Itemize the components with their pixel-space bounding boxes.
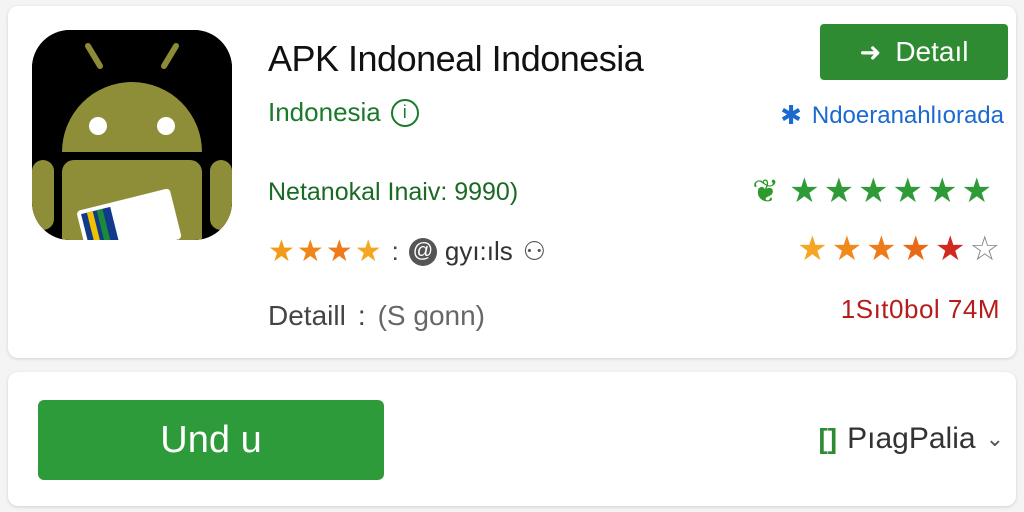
star-icon: ★ [866,230,897,268]
detail-value: (S gonn) [377,300,485,331]
info-badge-icon: i [390,98,419,127]
review-count: gyı:ıls [444,236,513,266]
file-size: 1Sıt0bol 74M [840,294,1000,324]
star-icon: ★ [268,234,295,268]
at-symbol-icon: @ [408,237,437,266]
bracket-icon: [] [818,423,838,454]
arrow-right-icon: ➜ [859,36,882,67]
green-star-icon: ★ [892,172,924,210]
download-button[interactable]: Und u [38,400,384,480]
rating-separator: : [391,236,399,266]
download-button-label: Und u [160,418,262,461]
android-robot-icon [32,30,232,240]
gear-icon: ✱ [780,100,802,130]
green-star-icon: ★ [823,172,855,210]
green-rating: ❦ ★ ★ ★ ★ ★ ★ [752,172,992,210]
green-star-icon: ★ [858,172,889,210]
green-star-icon: ★ [927,172,958,210]
detail-row: Detaill : (S gonn) [268,300,485,332]
version-line: Netanokal Inaiv: 9990) [268,178,519,206]
star-icon: ★ [797,230,828,268]
color-rating: ★ ★ ★ ★ ★ ☆ [797,232,1000,266]
chevron-down-icon: ⌄ [985,426,1004,451]
star-icon: ★ [354,234,382,268]
star-icon: ★ [296,234,324,268]
star-icon: ★ [900,230,932,268]
detail-button-label: Detaıl [895,36,969,67]
detail-button[interactable]: ➜ Detaıl [820,24,1008,80]
rating-row: ★ ★ ★ ★ : @ gyı:ıls ⚇ [268,236,546,267]
star-icon: ★ [325,234,353,268]
source-link[interactable]: ✱ Ndoeranahlıorada [780,100,1004,131]
platform-select[interactable]: [] PıagPalia ⌄ [818,422,1004,456]
green-star-icon: ★ [789,172,820,210]
platform-label: PıagPalia [847,422,976,455]
source-link-label: Ndoeranahlıorada [811,101,1004,129]
empty-star-icon: ☆ [969,230,1000,268]
star-icon: ★ [831,230,863,268]
users-icon: ⚇ [522,236,547,266]
app-icon [32,30,232,240]
info-badge-text: i [402,102,407,122]
developer-name[interactable]: Indonesia [268,97,381,128]
detail-label: Detaill [268,300,346,331]
green-star-icon: ★ [961,172,992,210]
developer-row[interactable]: Indonesia i [268,97,419,128]
detail-separator: : [357,300,366,331]
leaf-icon: ❦ [752,173,780,209]
star-icon: ★ [935,230,966,268]
app-title: APK Indoneal Indonesia [268,38,644,79]
